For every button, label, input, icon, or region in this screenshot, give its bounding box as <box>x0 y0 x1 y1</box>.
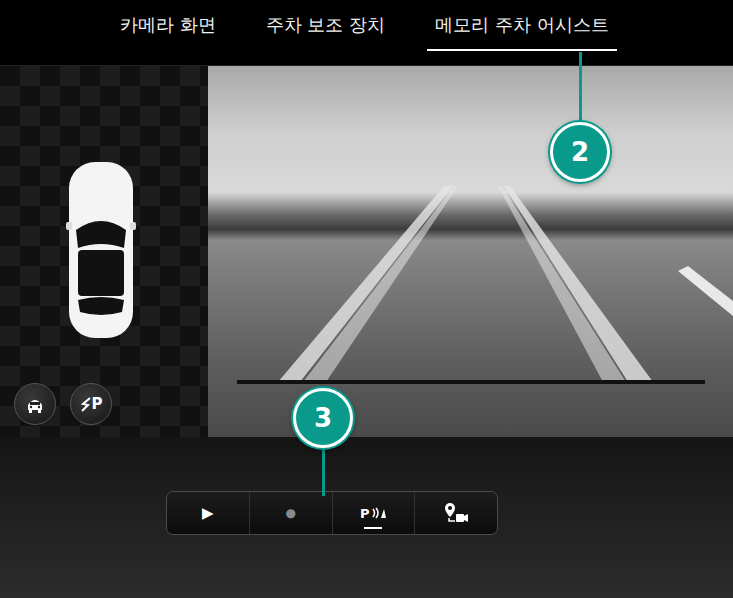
main-area: P <box>0 66 733 437</box>
parking-sensor-label: P <box>360 506 387 521</box>
sensor-button[interactable]: P <box>332 492 415 534</box>
play-button[interactable]: ▶ <box>167 492 249 534</box>
park-path-icon <box>80 396 92 412</box>
camera-toolbar: ▶ ● P <box>166 491 498 535</box>
car-front-icon <box>24 393 46 415</box>
camera-screen: 카메라 화면 주차 보조 장치 메모리 주차 어시스트 P ▶ ● P 2 3 <box>0 0 733 598</box>
side-buttons: P <box>14 383 208 425</box>
tab[interactable]: 주차 보조 장치 <box>258 0 393 51</box>
camera-view <box>208 66 733 437</box>
tab[interactable]: 카메라 화면 <box>112 0 224 51</box>
park-button[interactable]: P <box>70 383 112 425</box>
guide-lines-icon <box>208 66 733 437</box>
play-icon: ▶ <box>202 504 214 522</box>
location-camera-icon <box>443 502 469 524</box>
tab[interactable]: 메모리 주차 어시스트 <box>427 0 616 51</box>
callout-badge: 2 <box>550 122 610 182</box>
callout-line <box>579 52 582 124</box>
vehicle-panel: P <box>0 66 208 437</box>
callout-badge: 3 <box>293 388 353 448</box>
car-view-button[interactable] <box>14 383 56 425</box>
record-button[interactable]: ● <box>249 492 332 534</box>
tab-bar: 카메라 화면 주차 보조 장치 메모리 주차 어시스트 <box>0 0 733 66</box>
location-button[interactable] <box>414 492 497 534</box>
callout-line <box>322 446 325 496</box>
bottom-area: ▶ ● P <box>0 437 733 598</box>
car-top-view-icon <box>66 160 136 340</box>
selected-indicator <box>364 527 382 529</box>
record-icon: ● <box>285 506 295 520</box>
sensor-waves-icon <box>371 506 387 520</box>
